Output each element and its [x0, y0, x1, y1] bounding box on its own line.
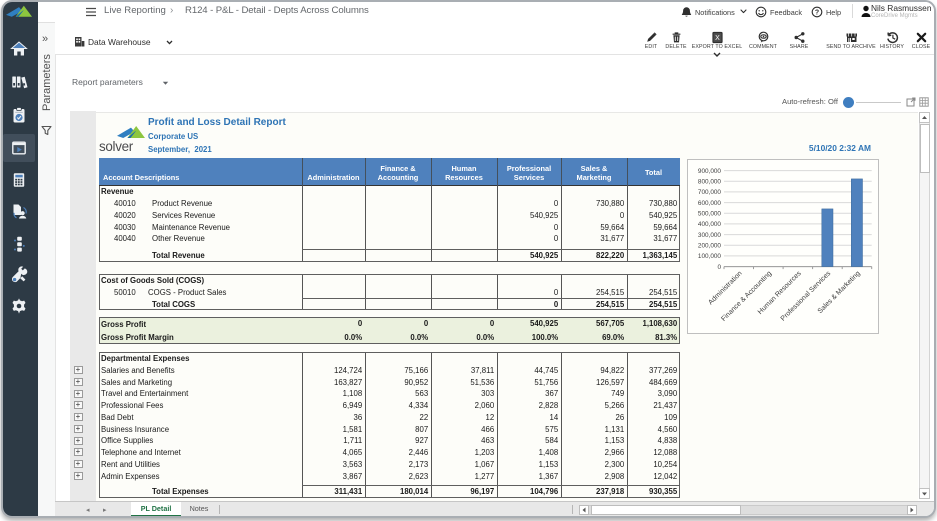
svg-text:100,000: 100,000: [698, 253, 722, 260]
svg-text:600,000: 600,000: [698, 200, 722, 207]
svg-text:700,000: 700,000: [698, 189, 722, 196]
svg-text:400,000: 400,000: [698, 221, 722, 228]
svg-text:200,000: 200,000: [698, 243, 722, 250]
svg-text:900,000: 900,000: [698, 168, 722, 175]
svg-text:800,000: 800,000: [698, 179, 722, 186]
svg-text:0: 0: [717, 264, 721, 271]
svg-text:300,000: 300,000: [698, 232, 722, 239]
svg-text:500,000: 500,000: [698, 211, 722, 218]
